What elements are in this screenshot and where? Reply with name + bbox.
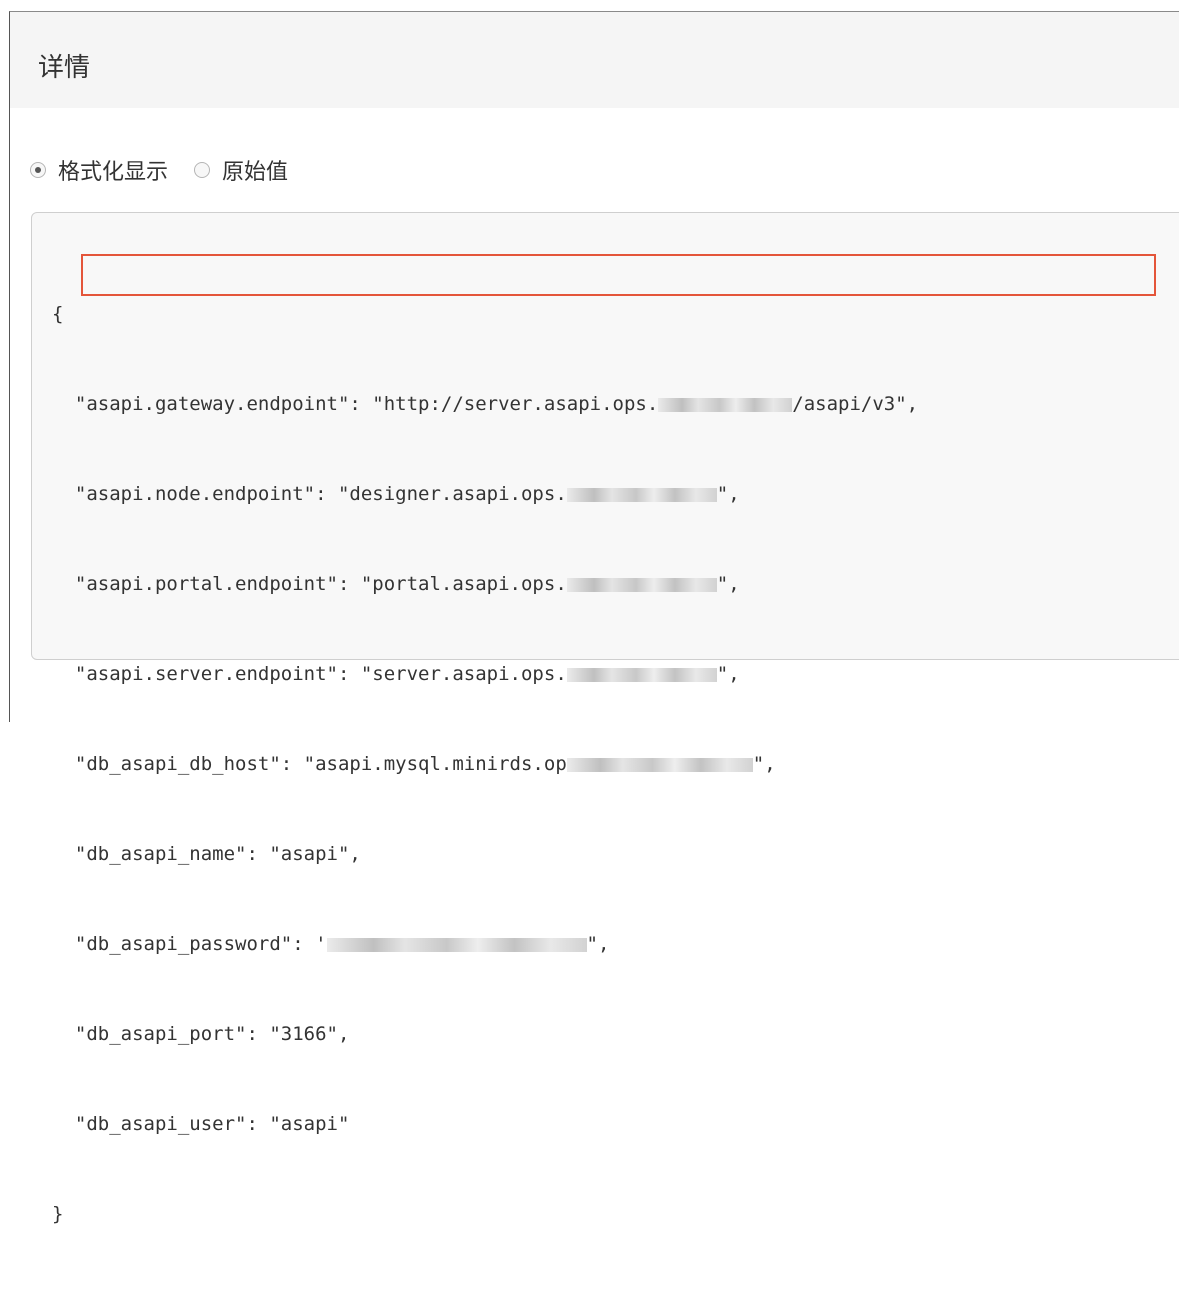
code-line-db-host: "db_asapi_db_host": "asapi.mysql.minirds… xyxy=(52,749,918,779)
radio-label: 原始值 xyxy=(222,160,289,185)
code-text: ", xyxy=(752,753,776,775)
redacted-blur xyxy=(566,757,753,772)
code-line-gateway-endpoint: "asapi.gateway.endpoint": "http://server… xyxy=(52,389,918,419)
radio-raw-value[interactable]: 原始值 xyxy=(194,154,288,186)
code-text: "db_asapi_name": "asapi", xyxy=(52,843,361,865)
display-mode-radio-group: 格式化显示 原始值 xyxy=(30,150,314,190)
code-line-db-name: "db_asapi_name": "asapi", xyxy=(52,839,918,869)
code-text: "asapi.node.endpoint": "designer.asapi.o… xyxy=(52,483,567,505)
code-text: ", xyxy=(716,663,740,685)
page-title: 详情 xyxy=(38,53,91,83)
radio-checked-icon[interactable] xyxy=(30,162,46,178)
code-text: "db_asapi_db_host": "asapi.mysql.minirds… xyxy=(52,753,567,775)
json-code: { "asapi.gateway.endpoint": "http://serv… xyxy=(52,239,918,1289)
code-text: "db_asapi_password": ' xyxy=(52,933,327,955)
code-text: ", xyxy=(586,933,610,955)
panel-header: 详情 xyxy=(10,12,1179,108)
radio-formatted-display[interactable]: 格式化显示 xyxy=(30,154,168,186)
code-text: "asapi.gateway.endpoint": "http://server… xyxy=(52,393,659,415)
json-code-view: { "asapi.gateway.endpoint": "http://serv… xyxy=(31,212,1179,1225)
code-line-portal-endpoint: "asapi.portal.endpoint": "portal.asapi.o… xyxy=(52,569,918,599)
code-line-db-password: "db_asapi_password": ' ", xyxy=(52,929,918,959)
code-text: "asapi.portal.endpoint": "portal.asapi.o… xyxy=(52,573,567,595)
code-line-server-endpoint: "asapi.server.endpoint": "server.asapi.o… xyxy=(52,659,918,689)
radio-unchecked-icon[interactable] xyxy=(194,162,211,178)
code-open-brace: { xyxy=(52,303,64,325)
redacted-blur xyxy=(326,937,587,952)
redacted-blur xyxy=(658,397,793,412)
code-close-brace: } xyxy=(52,1203,64,1225)
redacted-blur xyxy=(566,667,717,682)
code-line-db-user: "db_asapi_user": "asapi" xyxy=(52,1109,918,1139)
radio-label: 格式化显示 xyxy=(58,160,169,185)
code-line-node-endpoint: "asapi.node.endpoint": "designer.asapi.o… xyxy=(52,479,918,509)
code-text: "asapi.server.endpoint": "server.asapi.o… xyxy=(52,663,567,685)
code-text: "db_asapi_user": "asapi" xyxy=(52,1113,350,1135)
code-text: ", xyxy=(716,573,740,595)
redacted-blur xyxy=(566,577,717,592)
code-text: ", xyxy=(716,483,740,505)
redacted-blur xyxy=(566,487,717,502)
code-text: /asapi/v3", xyxy=(792,393,919,415)
code-line-db-port: "db_asapi_port": "3166", xyxy=(52,1019,918,1049)
code-text: "db_asapi_port": "3166", xyxy=(52,1023,350,1045)
